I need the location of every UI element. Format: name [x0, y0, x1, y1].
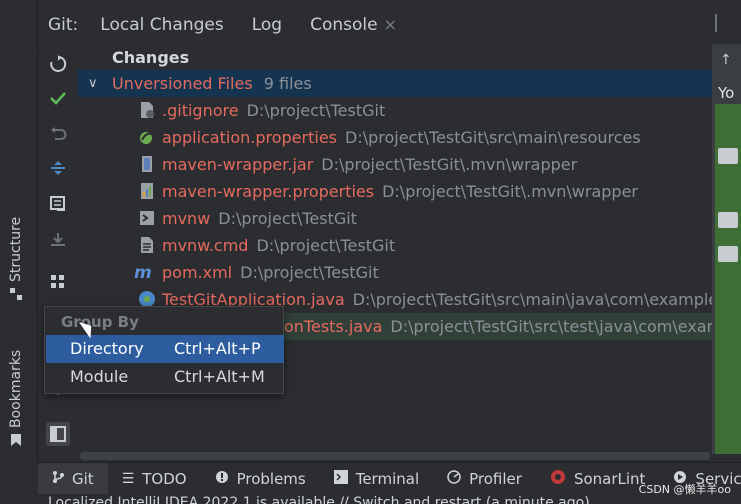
file-path: D:\project\TestGit — [246, 101, 386, 120]
bookmark-icon — [10, 434, 22, 446]
sonarlint-icon — [550, 469, 566, 489]
menu-item-shortcut: Ctrl+Alt+M — [174, 367, 265, 386]
tab-console-label: Console — [310, 14, 378, 35]
close-icon[interactable]: × — [384, 15, 397, 34]
properties-icon — [138, 181, 156, 199]
group-by-popup: Group By Directory Ctrl+Alt+P Module Ctr… — [44, 306, 284, 394]
tab-local-changes[interactable]: Local Changes — [86, 0, 237, 50]
status-bar: Localized IntelliJ IDEA 2022.1 is availa… — [0, 494, 741, 504]
file-path: D:\project\TestGit\src\test\java\com\exa… — [390, 317, 712, 336]
file-path: D:\project\TestGit\.mvn\wrapper — [382, 182, 639, 201]
rollback-icon[interactable] — [48, 124, 68, 144]
file-name: pom.xml — [162, 263, 233, 282]
refresh-icon[interactable] — [48, 54, 68, 74]
tab-log[interactable]: Log — [238, 0, 296, 50]
file-name: mvnw.cmd — [162, 236, 249, 255]
unversioned-files-group[interactable]: ∨ Unversioned Files 9 files — [78, 70, 712, 97]
bottom-tab-label: Problems — [236, 469, 306, 488]
group-by-module-item[interactable]: Module Ctrl+Alt+M — [46, 363, 284, 391]
bottom-tab-problems[interactable]: Problems — [201, 463, 320, 495]
file-row[interactable]: application.properties D:\project\TestGit… — [78, 124, 712, 151]
file-name: onTests.java — [284, 317, 383, 336]
file-row[interactable]: mvnw D:\project\TestGit — [78, 205, 712, 232]
file-name: application.properties — [162, 128, 337, 147]
commit-check-icon[interactable] — [48, 88, 68, 108]
group-by-directory-item[interactable]: Directory Ctrl+Alt+P — [46, 335, 284, 363]
right-panel: ↑ Yo — [712, 44, 741, 454]
popup-title: Group By — [61, 313, 139, 331]
window-control[interactable] — [715, 14, 731, 32]
folder-icon — [718, 148, 738, 164]
gitignore-icon — [138, 100, 156, 118]
bottom-tab-label: TODO — [142, 469, 187, 488]
structure-tab-label: Structure — [8, 216, 24, 282]
git-tool-window-tabs: Git: Local Changes Log Console × — [38, 0, 741, 50]
bottom-tab-label: Git — [72, 469, 94, 488]
shell-icon — [138, 208, 156, 226]
svg-text:m: m — [134, 263, 152, 281]
file-path: D:\project\TestGit\.mvn\wrapper — [321, 155, 578, 174]
jar-icon — [138, 154, 156, 172]
update-icon[interactable] — [48, 158, 68, 178]
file-row[interactable]: .gitignore D:\project\TestGit — [78, 97, 712, 124]
bottom-tab-label: SonarLint — [573, 469, 646, 488]
arrow-up-icon[interactable]: ↑ — [720, 52, 732, 68]
changes-header: Changes — [78, 44, 712, 71]
horizontal-scrollbar[interactable] — [80, 452, 710, 460]
spring-properties-icon — [138, 127, 156, 145]
git-branch-icon — [52, 470, 64, 488]
terminal-icon — [333, 469, 348, 488]
file-path: D:\project\TestGit\src\main\java\com\exa… — [352, 290, 712, 309]
bookmarks-tab[interactable]: Bookmarks — [8, 350, 24, 446]
diff-icon[interactable] — [48, 194, 68, 214]
todo-icon: ☰ — [121, 470, 135, 487]
menu-item-shortcut: Ctrl+Alt+P — [174, 339, 261, 358]
right-panel-text: Yo — [718, 84, 735, 102]
menu-item-label: Directory — [70, 339, 144, 358]
bottom-tab-label: Terminal — [355, 469, 420, 488]
file-name: maven-wrapper.jar — [162, 155, 314, 174]
file-name: maven-wrapper.properties — [162, 182, 375, 201]
java-class-icon — [138, 289, 156, 307]
maven-icon: m — [134, 262, 156, 283]
file-row[interactable]: mvnw.cmd D:\project\TestGit — [78, 232, 712, 259]
file-row[interactable]: maven-wrapper.properties D:\project\TestG… — [78, 178, 712, 205]
structure-tab[interactable]: Structure — [8, 217, 24, 300]
tab-console[interactable]: Console × — [296, 0, 411, 50]
menu-item-label: Module — [70, 367, 129, 386]
profiler-icon — [447, 469, 461, 488]
group-by-icon[interactable] — [48, 272, 68, 292]
file-name: mvnw — [162, 209, 211, 228]
bottom-tab-profiler[interactable]: Profiler — [433, 463, 536, 495]
bottom-tab-git[interactable]: Git — [38, 462, 108, 495]
layout-icon[interactable] — [46, 422, 70, 446]
shelve-icon[interactable] — [48, 230, 68, 250]
tool-window-title: Git: — [48, 14, 79, 35]
text-file-icon — [138, 235, 156, 253]
chevron-down-icon[interactable]: ∨ — [88, 70, 98, 97]
bottom-tab-label: Profiler — [469, 469, 522, 488]
structure-icon — [10, 288, 22, 300]
file-path: D:\project\TestGit\src\main\resources — [345, 128, 641, 147]
bottom-tab-terminal[interactable]: Terminal — [320, 463, 433, 495]
folder-icon — [718, 246, 738, 262]
bottom-tool-bar: Git ☰ TODO Problems Terminal Profiler So… — [38, 462, 741, 495]
file-path: D:\project\TestGit — [240, 263, 379, 282]
folder-icon — [718, 212, 738, 228]
left-tool-strip: Structure Bookmarks — [0, 0, 38, 462]
group-count: 9 files — [263, 74, 312, 93]
file-path: D:\project\TestGit — [218, 209, 357, 228]
file-row[interactable]: maven-wrapper.jar D:\project\TestGit\.mvn… — [78, 151, 712, 178]
bookmarks-tab-label: Bookmarks — [8, 349, 24, 428]
watermark: CSDN @懒羊羊oo — [638, 483, 731, 496]
problems-icon — [215, 470, 229, 488]
file-row[interactable]: m pom.xml D:\project\TestGit — [78, 259, 712, 286]
changes-header-label: Changes — [112, 48, 190, 67]
status-text[interactable]: Localized IntelliJ IDEA 2022.1 is availa… — [48, 495, 590, 504]
file-path: D:\project\TestGit — [256, 236, 396, 255]
bottom-tab-todo[interactable]: ☰ TODO — [108, 463, 201, 495]
group-label: Unversioned Files — [112, 74, 253, 93]
file-name: .gitignore — [162, 101, 239, 120]
